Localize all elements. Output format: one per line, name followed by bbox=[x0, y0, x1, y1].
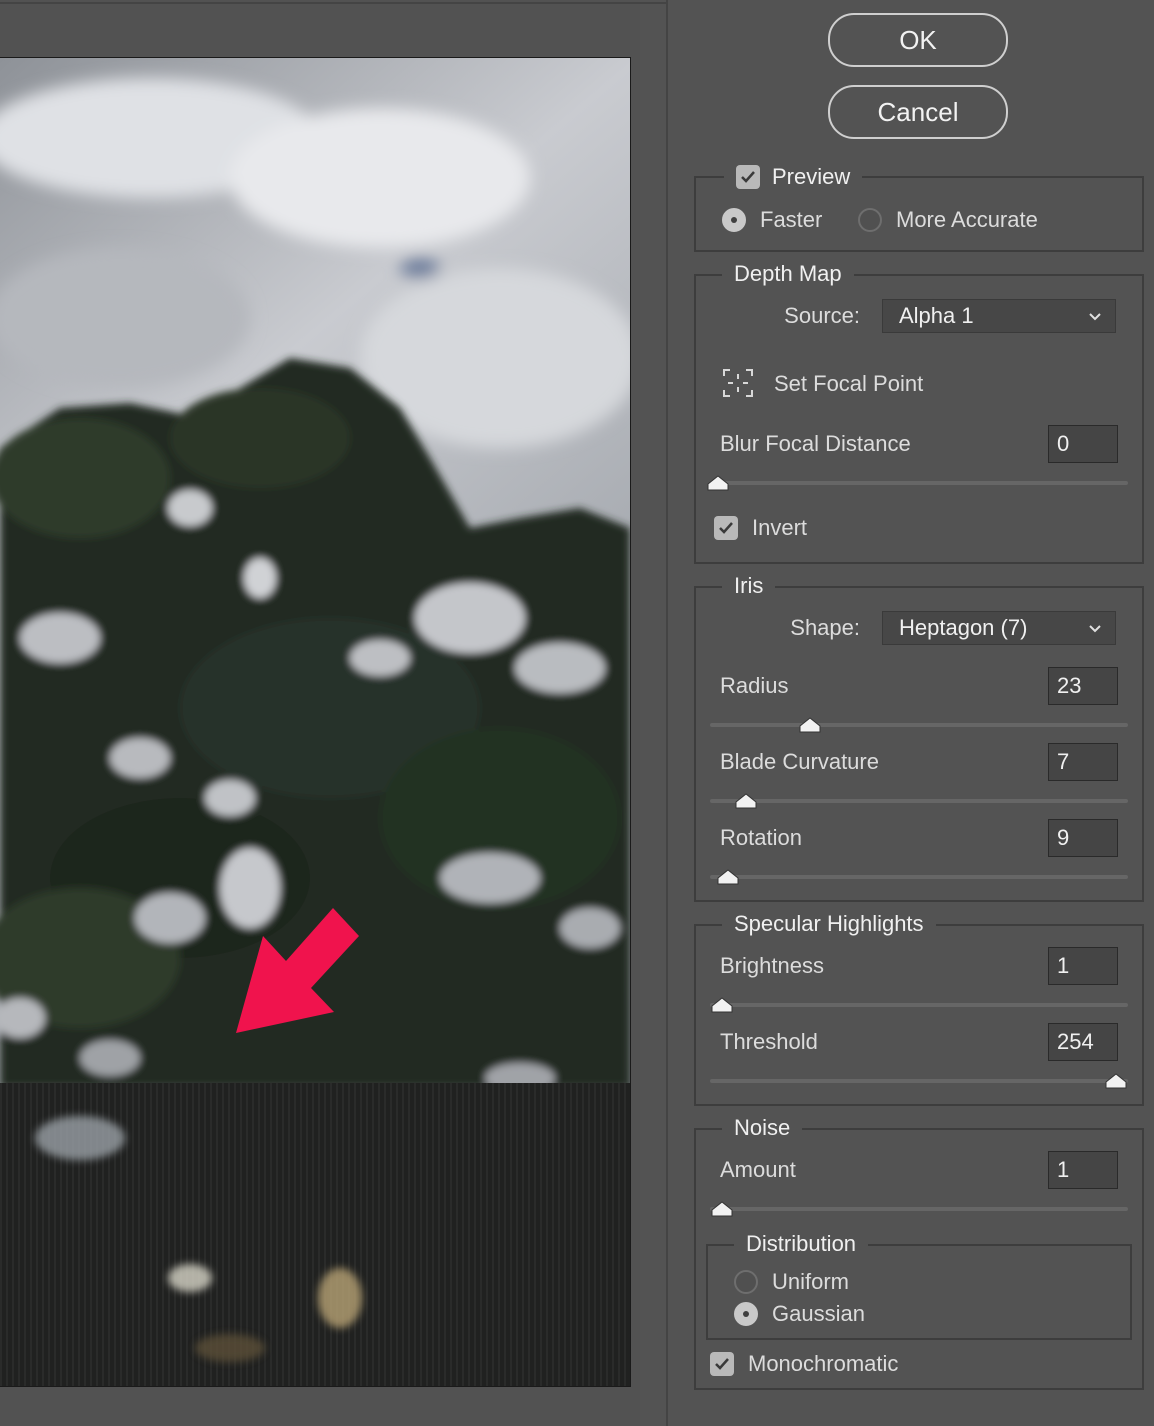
rotation-track[interactable] bbox=[710, 875, 1128, 879]
source-label: Source: bbox=[784, 303, 860, 328]
ok-button[interactable]: OK bbox=[828, 13, 1008, 67]
blade-curvature-input[interactable]: 7 bbox=[1048, 743, 1118, 781]
radius-slider-thumb[interactable] bbox=[799, 717, 821, 733]
monochromatic-checkbox[interactable] bbox=[710, 1352, 734, 1376]
specular-highlights-legend: Specular Highlights bbox=[722, 910, 936, 938]
threshold-label: Threshold bbox=[720, 1029, 818, 1054]
faster-radio[interactable] bbox=[722, 208, 746, 232]
amount-input[interactable]: 1 bbox=[1048, 1151, 1118, 1189]
invert-checkbox[interactable] bbox=[714, 516, 738, 540]
checkmark-icon bbox=[741, 171, 755, 184]
gaussian-radio[interactable] bbox=[734, 1302, 758, 1326]
gaussian-label[interactable]: Gaussian bbox=[772, 1300, 865, 1328]
preview-label: Preview bbox=[772, 164, 851, 190]
monochromatic-label[interactable]: Monochromatic bbox=[748, 1350, 898, 1378]
shape-label: Shape: bbox=[790, 615, 860, 640]
distribution-group bbox=[706, 1244, 1132, 1340]
rotation-slider-thumb[interactable] bbox=[717, 869, 739, 885]
amount-label: Amount bbox=[720, 1157, 796, 1182]
radius-input[interactable]: 23 bbox=[1048, 667, 1118, 705]
blade-curvature-label: Blade Curvature bbox=[720, 749, 879, 774]
brightness-slider-thumb[interactable] bbox=[711, 997, 733, 1013]
blur-focal-distance-input[interactable]: 0 bbox=[1048, 425, 1118, 463]
set-focal-point-label[interactable]: Set Focal Point bbox=[774, 370, 923, 398]
preview-checkbox[interactable] bbox=[736, 165, 760, 190]
source-select[interactable]: Alpha 1 bbox=[882, 299, 1116, 333]
chevron-down-icon bbox=[1089, 313, 1101, 321]
photo-trees-sky bbox=[0, 58, 630, 1386]
blade-curvature-slider-thumb[interactable] bbox=[735, 793, 757, 809]
source-value: Alpha 1 bbox=[899, 303, 974, 328]
more-accurate-label[interactable]: More Accurate bbox=[896, 206, 1038, 234]
brightness-input[interactable]: 1 bbox=[1048, 947, 1118, 985]
preview-legend: Preview bbox=[724, 162, 863, 192]
brightness-label: Brightness bbox=[720, 953, 824, 978]
uniform-label[interactable]: Uniform bbox=[772, 1268, 849, 1296]
checkmark-icon bbox=[719, 522, 733, 534]
rotation-label: Rotation bbox=[720, 825, 802, 850]
shape-value: Heptagon (7) bbox=[899, 615, 1028, 640]
panel-divider bbox=[666, 0, 668, 1426]
threshold-input[interactable]: 254 bbox=[1048, 1023, 1118, 1061]
iris-legend: Iris bbox=[722, 572, 776, 600]
distribution-legend: Distribution bbox=[734, 1230, 869, 1258]
depth-map-legend: Depth Map bbox=[722, 260, 854, 288]
rotation-input[interactable]: 9 bbox=[1048, 819, 1118, 857]
threshold-track[interactable] bbox=[710, 1079, 1128, 1083]
blade-curvature-track[interactable] bbox=[710, 799, 1128, 803]
amount-track[interactable] bbox=[710, 1207, 1128, 1211]
radius-track[interactable] bbox=[710, 723, 1128, 727]
image-preview[interactable] bbox=[0, 57, 631, 1387]
invert-label[interactable]: Invert bbox=[752, 514, 807, 542]
radius-label: Radius bbox=[720, 673, 789, 698]
chevron-down-icon bbox=[1089, 625, 1101, 633]
faster-label[interactable]: Faster bbox=[760, 206, 822, 234]
shape-select[interactable]: Heptagon (7) bbox=[882, 611, 1116, 645]
cancel-button[interactable]: Cancel bbox=[828, 85, 1008, 139]
focal-point-icon[interactable] bbox=[722, 368, 754, 398]
more-accurate-radio[interactable] bbox=[858, 208, 882, 232]
blur-focal-distance-label: Blur Focal Distance bbox=[720, 431, 911, 456]
blur-focal-distance-track[interactable] bbox=[710, 481, 1128, 485]
noise-legend: Noise bbox=[722, 1114, 803, 1142]
preview-top-border bbox=[0, 2, 666, 4]
uniform-radio[interactable] bbox=[734, 1270, 758, 1294]
brightness-track[interactable] bbox=[710, 1003, 1128, 1007]
blur-focal-distance-slider-thumb[interactable] bbox=[707, 475, 729, 491]
threshold-slider-thumb[interactable] bbox=[1105, 1073, 1127, 1089]
checkmark-icon bbox=[715, 1358, 729, 1370]
amount-slider-thumb[interactable] bbox=[711, 1201, 733, 1217]
